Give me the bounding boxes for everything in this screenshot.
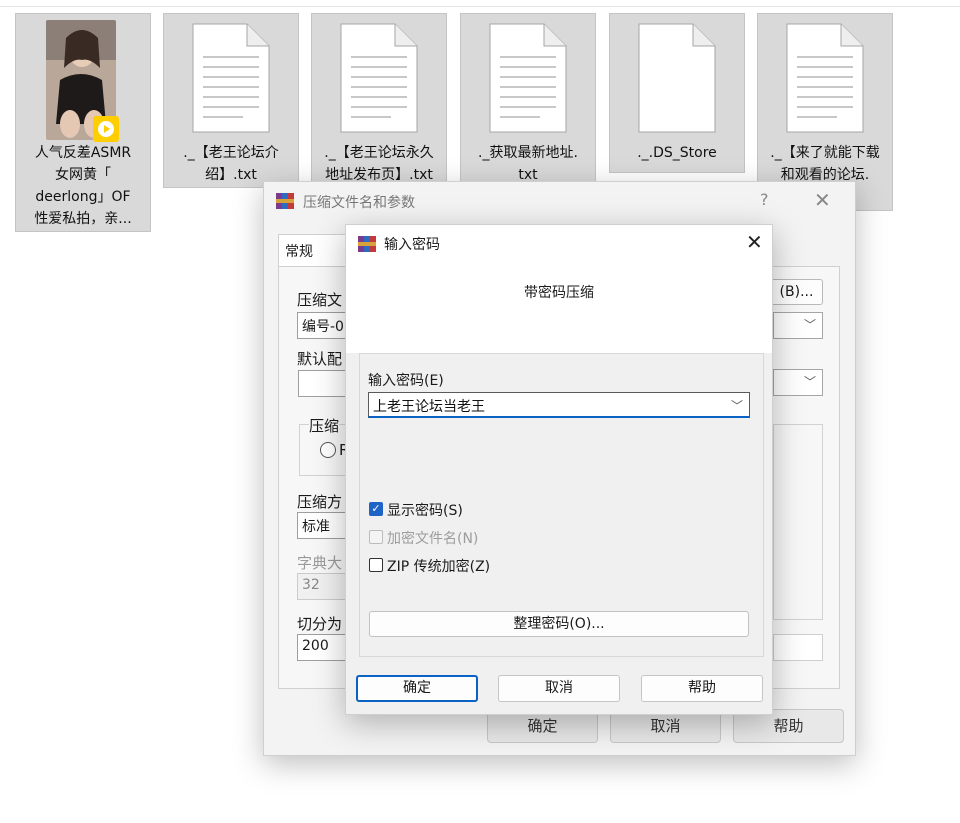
file-name: ._获取最新地址. txt <box>478 145 578 183</box>
tab-general[interactable]: 常规 <box>278 234 348 266</box>
text-file-icon <box>192 23 270 133</box>
dictionary-select: 32 <box>297 573 347 600</box>
split-input[interactable]: 200 <box>297 634 347 661</box>
organize-passwords-button[interactable]: 整理密码(O)... <box>369 611 749 637</box>
close-icon[interactable]: ✕ <box>814 188 831 212</box>
zip-legacy-checkbox[interactable] <box>369 558 383 572</box>
password-ok-button[interactable]: 确定 <box>356 675 478 702</box>
file-name: ._【老王论坛永久 地址发布页】.txt <box>324 145 434 183</box>
chevron-down-icon: ﹀ <box>803 318 816 332</box>
file-tile-blank[interactable]: ._.DS_Store <box>609 13 745 173</box>
close-icon[interactable]: ✕ <box>746 230 763 254</box>
file-tile-video[interactable]: 人气反差ASMR 女网黄「 deerlong」OF 性爱私拍，亲... <box>15 13 151 232</box>
encrypt-names-checkbox <box>369 530 383 544</box>
blank-file-icon <box>638 23 716 133</box>
encrypt-names-label: 加密文件名(N) <box>387 531 479 547</box>
archive-name-dropdown[interactable]: ﹀ <box>773 312 823 339</box>
radio-icon[interactable] <box>320 442 336 458</box>
browse-button[interactable]: (B)... <box>770 279 823 305</box>
archive-name-label: 压缩文 <box>297 291 343 309</box>
password-dialog: 输入密码 ✕ 带密码压缩 <box>345 224 773 715</box>
archive-dialog-title: 压缩文件名和参数 <box>303 195 415 211</box>
top-divider <box>0 6 960 7</box>
file-name: ._【老王论坛介 绍】.txt <box>183 145 279 183</box>
help-icon[interactable]: ? <box>760 190 769 209</box>
archive-dialog-titlebar: 压缩文件名和参数 ? ✕ <box>264 182 855 220</box>
password-value: 上老王论坛当老王 <box>373 399 485 415</box>
video-thumbnail <box>46 20 119 142</box>
chevron-down-icon[interactable]: ﹀ <box>731 397 743 414</box>
method-select[interactable]: 标准 <box>297 512 347 539</box>
text-file-icon <box>786 23 864 133</box>
text-file-icon <box>340 23 418 133</box>
winrar-icon <box>358 236 376 252</box>
password-dialog-title: 输入密码 <box>384 237 440 253</box>
password-dialog-subtitle: 带密码压缩 <box>524 285 594 301</box>
file-name: 人气反差ASMR 女网黄「 deerlong」OF 性爱私拍，亲... <box>34 145 132 227</box>
profile-select[interactable] <box>298 370 348 397</box>
player-badge-icon <box>93 116 119 142</box>
profile-label: 默认配 <box>297 350 343 368</box>
password-help-button[interactable]: 帮助 <box>641 675 763 702</box>
file-tile-txt[interactable]: ._【老王论坛永久 地址发布页】.txt <box>311 13 447 188</box>
password-label: 输入密码(E) <box>368 373 444 389</box>
file-tile-txt[interactable]: ._获取最新地址. txt <box>460 13 596 188</box>
file-tile-txt[interactable]: ._【老王论坛介 绍】.txt <box>163 13 299 188</box>
method-label: 压缩方 <box>297 493 343 511</box>
profile-dropdown[interactable]: ﹀ <box>773 369 823 396</box>
check-icon[interactable]: ✓ <box>369 502 383 516</box>
split-unit-select[interactable] <box>773 634 823 661</box>
password-input[interactable]: 上老王论坛当老王 ﹀ <box>368 392 750 418</box>
format-group-label: 压缩 <box>309 415 340 436</box>
winrar-icon <box>276 193 294 209</box>
dictionary-label: 字典大 <box>297 554 343 572</box>
zip-legacy-label[interactable]: ZIP 传统加密(Z) <box>387 556 490 576</box>
password-cancel-button[interactable]: 取消 <box>498 675 620 702</box>
options-groupbox <box>773 424 823 620</box>
chevron-down-icon: ﹀ <box>803 375 816 389</box>
text-file-icon <box>489 23 567 133</box>
file-name: ._.DS_Store <box>637 145 717 161</box>
show-password-label[interactable]: 显示密码(S) <box>387 500 463 520</box>
split-label: 切分为 <box>297 615 343 633</box>
